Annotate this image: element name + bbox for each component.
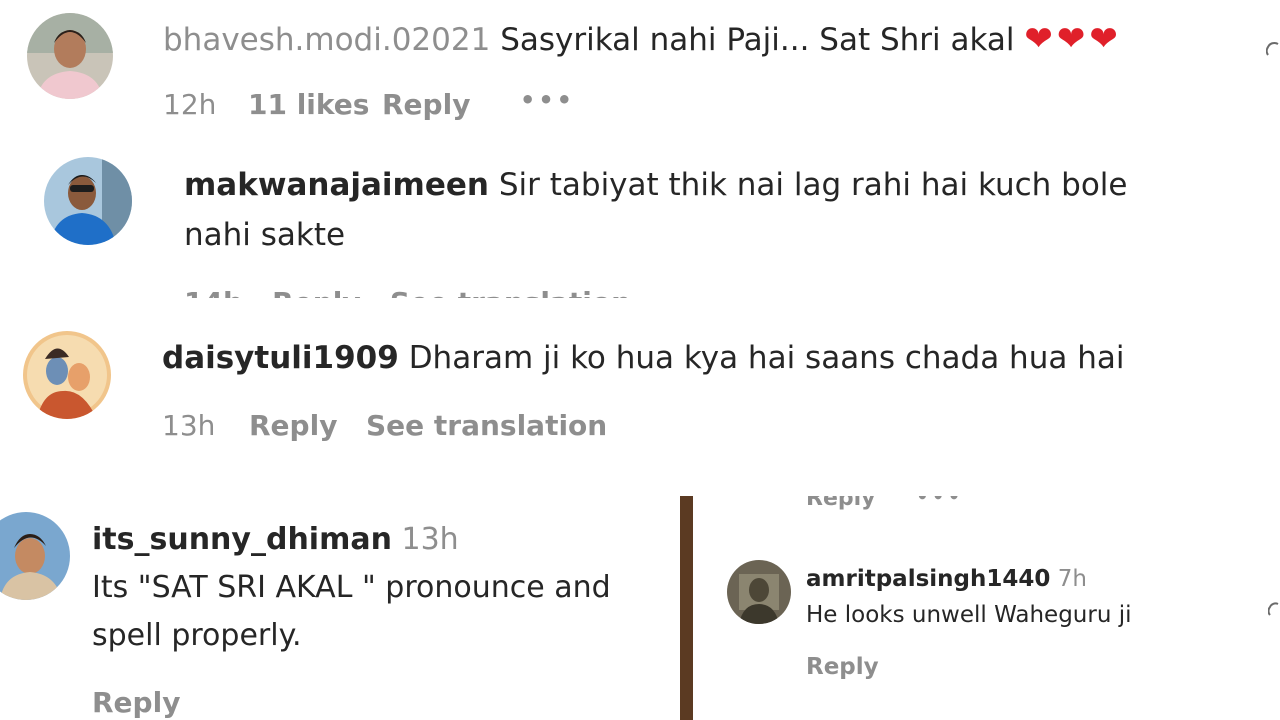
comment-panel-makwana: makwanajaimeen Sir tabiyat thik nai lag … (0, 140, 1280, 298)
avatar[interactable] (23, 331, 111, 419)
heart-emoji-icon: ❤❤❤ (1024, 19, 1122, 59)
comment-username[interactable]: its_sunny_dhiman (92, 522, 392, 557)
more-options-icon[interactable]: ••• (520, 86, 575, 114)
comment-time: 13h (162, 409, 216, 442)
comment-username[interactable]: bhavesh.modi.02021 (163, 22, 490, 58)
comment-text: Dharam ji ko hua kya hai saans chada hua… (408, 340, 1125, 376)
avatar[interactable] (727, 560, 791, 624)
comment-meta-cut: 14h Reply See translation (184, 286, 644, 298)
reply-button[interactable]: Reply (249, 409, 337, 442)
comment-panel-amritpal: Reply ••• amritpalsingh1440 7h He looks … (693, 496, 1280, 720)
comment-likes[interactable]: 11 likes (248, 88, 369, 121)
avatar[interactable] (44, 157, 132, 245)
panel-divider (680, 496, 693, 720)
comment-username[interactable]: makwanajaimeen (184, 167, 489, 203)
comment-text: He looks unwell Waheguru ji (806, 602, 1132, 628)
comment-panel-bhavesh: bhavesh.modi.02021 Sasyrikal nahi Paji..… (0, 0, 1280, 140)
comment-time: 12h (163, 88, 217, 121)
comment-username[interactable]: amritpalsingh1440 (806, 566, 1050, 592)
reply-button[interactable]: Reply (92, 686, 180, 719)
avatar[interactable] (0, 512, 70, 600)
comment-panel-sunny: its_sunny_dhiman 13h Its "SAT SRI AKAL "… (0, 496, 680, 720)
comment-username[interactable]: daisytuli1909 (162, 340, 399, 376)
comment-time: 13h (401, 522, 459, 557)
comment-text: Its "SAT SRI AKAL " pronounce and (92, 570, 611, 605)
see-translation-button[interactable]: See translation (366, 409, 607, 442)
avatar[interactable] (27, 13, 113, 99)
heart-outline-icon[interactable] (1267, 600, 1280, 622)
comment-text: Sir tabiyat thik nai lag rahi hai kuch b… (498, 167, 1128, 203)
comment-text: Sasyrikal nahi Paji... Sat Shri akal (500, 22, 1015, 58)
comment-text-continued: spell properly. (92, 618, 302, 653)
heart-outline-icon[interactable] (1265, 40, 1280, 64)
previous-comment-meta-cut: Reply ••• (806, 496, 964, 511)
comment-text-continued: nahi sakte (184, 217, 346, 253)
reply-button[interactable]: Reply (806, 654, 879, 680)
comment-panel-daisy: daisytuli1909 Dharam ji ko hua kya hai s… (0, 312, 1280, 462)
reply-button[interactable]: Reply (382, 88, 470, 121)
comment-time: 7h (1057, 566, 1087, 592)
